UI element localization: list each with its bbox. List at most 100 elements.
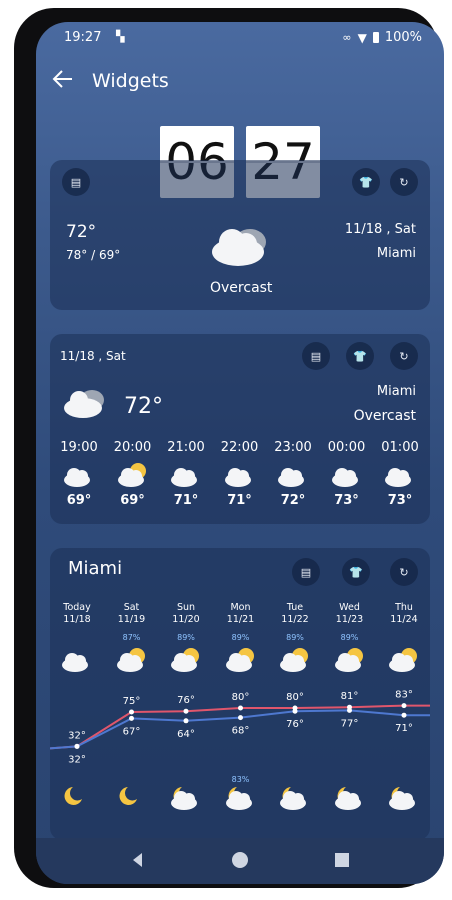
moon-icon (52, 784, 102, 816)
low-temp-label: 71° (395, 723, 413, 734)
day-column: Mon 11/21 89% (216, 602, 266, 676)
hour-column: 01:00 73° (375, 440, 425, 508)
cloudy-night-icon (161, 784, 211, 816)
high-temp-label: 75° (123, 696, 141, 707)
link-icon: ∞ (342, 31, 352, 44)
home-nav-icon[interactable] (230, 850, 250, 870)
night-column (52, 784, 102, 816)
phone-frame: 19:27 ▚ ∞ ▼ 100% Widgets 06 27 ▤ 👕 ↻ 72°… (14, 8, 444, 888)
low-temp-label: 67° (123, 726, 141, 737)
status-time: 19:27 (64, 30, 102, 45)
low-temp-point (347, 707, 352, 713)
hour-time: 00:00 (327, 440, 366, 455)
refresh-icon[interactable]: ↻ (390, 342, 418, 370)
high-temp-label: 80° (232, 692, 250, 703)
partly-sunny-icon (107, 646, 157, 676)
hour-temp: 71° (173, 493, 199, 508)
day-date: 11/18 (63, 614, 91, 625)
high-temp-point (238, 705, 243, 711)
day-column: Sat 11/19 87% (107, 602, 157, 676)
back-nav-icon[interactable] (128, 850, 148, 870)
cloud-icon (215, 461, 265, 491)
hour-time: 01:00 (381, 440, 419, 455)
shirt-icon[interactable]: 👕 (346, 342, 374, 370)
day-name: Mon (230, 602, 251, 613)
condition-label: Overcast (353, 408, 416, 424)
city-label: Miami (68, 558, 123, 579)
day-date: 11/23 (335, 614, 364, 625)
copy-icon[interactable]: ▤ (302, 342, 330, 370)
day-column: Wed 11/23 89% (325, 602, 375, 676)
high-temp-label: 76° (177, 695, 195, 706)
hour-time: 20:00 (113, 440, 152, 455)
high-temp-label: 83° (395, 690, 413, 701)
high-low-temp: 78° / 69° (66, 248, 121, 262)
night-column (161, 784, 211, 816)
day-date: 11/20 (172, 614, 200, 625)
notification-icon: ▚ (116, 30, 125, 43)
widget-card-1[interactable]: ▤ 👕 ↻ 72° 78° / 69° Overcast 11/18 , Sat… (50, 160, 430, 310)
hour-temp: 69° (66, 493, 92, 508)
copy-icon[interactable]: ▤ (292, 558, 320, 586)
night-column: 83% (216, 775, 266, 816)
low-temp-point (183, 718, 189, 724)
hour-column: 22:00 71° (215, 440, 265, 508)
shirt-icon[interactable]: 👕 (342, 558, 370, 586)
day-name: Today (63, 602, 91, 613)
overcast-cloud-icon (208, 222, 272, 274)
cloud-icon (52, 646, 102, 676)
cloudy-night-icon (325, 784, 375, 816)
precip-chance: 89% (177, 633, 195, 642)
city-label: Miami (376, 384, 416, 399)
day-name: Wed (339, 602, 360, 613)
moon-icon (107, 784, 157, 816)
hour-temp: 69° (120, 493, 145, 508)
cloud-icon (375, 461, 425, 491)
night-column (107, 784, 157, 816)
shirt-icon[interactable]: 👕 (352, 168, 380, 196)
partly-sunny-icon (379, 646, 429, 676)
cloudy-night-icon (379, 784, 429, 816)
city-label: Miami (376, 246, 416, 261)
copy-icon[interactable]: ▤ (62, 168, 90, 196)
day-name: Tue (286, 602, 304, 613)
date-label: 11/18 , Sat (344, 222, 416, 237)
partly-sunny-icon (108, 461, 158, 491)
hour-column: 19:00 69° (54, 440, 104, 508)
precip-chance: 83% (231, 775, 250, 784)
cloudy-night-icon (216, 784, 266, 816)
refresh-icon[interactable]: ↻ (390, 168, 418, 196)
precip-chance (379, 632, 429, 646)
cloudy-night-icon (270, 784, 320, 816)
hour-column: 21:00 71° (161, 440, 211, 508)
page-title: Widgets (92, 70, 169, 92)
day-column: Tue 11/22 89% (270, 602, 320, 676)
partly-sunny-icon (270, 646, 320, 676)
day-name: Sun (176, 602, 196, 613)
hour-temp: 71° (227, 493, 252, 508)
partly-cloudy-night-icon (54, 461, 104, 491)
app-bar: Widgets (36, 64, 444, 104)
recents-nav-icon[interactable] (332, 850, 352, 870)
condition-label: Overcast (210, 280, 273, 296)
day-column: Today 11/18 (52, 602, 102, 676)
precip-chance: 89% (231, 633, 250, 642)
date-label: 11/18 , Sat (60, 349, 126, 363)
precip-chance: 89% (286, 633, 304, 642)
widget-card-2[interactable]: 11/18 , Sat ▤ 👕 ↻ 72° Miami Overcast 19:… (50, 334, 430, 524)
hour-time: 22:00 (220, 440, 259, 455)
current-temp: 72° (66, 222, 97, 242)
hour-time: 23:00 (274, 440, 312, 455)
status-bar: 19:27 ▚ ∞ ▼ 100% (36, 22, 444, 52)
widget-card-3[interactable]: Miami ▤ 👕 ↻ Today 11/18 Sat 11/19 87% Sun 11/2… (50, 548, 430, 840)
partly-sunny-icon (216, 646, 266, 676)
partly-sunny-icon (325, 646, 375, 676)
day-date: 11/24 (390, 614, 418, 625)
precip-chance (52, 632, 102, 646)
night-column (379, 784, 429, 816)
current-temp: 72° (124, 394, 163, 419)
refresh-icon[interactable]: ↻ (390, 558, 418, 586)
back-arrow-icon[interactable] (50, 66, 78, 94)
hour-time: 19:00 (60, 440, 98, 455)
low-temp-point (238, 715, 243, 721)
